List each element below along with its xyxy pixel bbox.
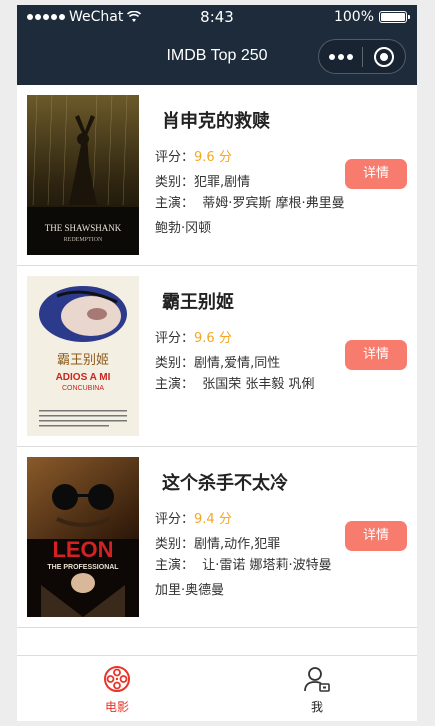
movie-card[interactable]: 霸王别姬 ADIOS A MI CONCUBINA 霸王别姬 评分：9.6 分 … [17,266,417,447]
mini-program-capsule [318,39,406,74]
tab-me-label: 我 [310,700,323,714]
tab-bar: 电影 我 [17,655,417,721]
movie-genre: 剧情,爱情,同性 [194,356,281,371]
movie-score: 9.6 分 [194,331,232,346]
movie-genre: 犯罪,剧情 [194,175,251,190]
movie-card[interactable]: LEON THE PROFESSIONAL 这个杀手不太冷 评分：9.4 分 类… [17,447,417,628]
movie-cast-row: 主演： 张国荣 张丰毅 巩俐 [155,372,345,397]
genre-label: 类别： [155,537,195,552]
tab-movies-label: 电影 [104,700,129,714]
movie-title: 这个杀手不太冷 [162,473,288,494]
detail-button[interactable]: 详情 [345,159,407,189]
target-circle-icon [373,46,394,67]
movie-genre-row: 类别：剧情,动作,犯罪 [155,533,280,552]
dot-icon [328,53,335,60]
film-reel-icon [104,666,130,692]
movie-list[interactable]: THE SHAWSHANK REDEMPTION 肖申克的救赎 评分：9.6 分… [17,85,417,655]
movie-score-row: 评分：9.6 分 [155,327,232,346]
status-bar: WeChat 8:43 100% [17,5,417,31]
leon-poster-image: LEON THE PROFESSIONAL [27,457,139,617]
more-options-button[interactable] [319,40,362,73]
movie-cast-row: 主演： 让·雷诺 娜塔莉·波特曼 加里·奥德曼 [155,553,345,603]
movie-score: 9.6 分 [194,150,232,165]
score-label: 评分： [155,331,195,346]
poster-en-subtitle: CONCUBINA [62,385,104,392]
top-bar: WeChat 8:43 100% IMDB Top 250 [17,5,417,85]
poster-leon-title: LEON [52,537,113,562]
dot-icon [337,53,344,60]
poster-leon-subtitle: THE PROFESSIONAL [47,564,119,571]
score-label: 评分： [155,512,195,527]
farewell-my-concubine-poster[interactable]: 霸王别姬 ADIOS A MI CONCUBINA [27,276,139,436]
dot-icon [346,53,353,60]
movie-title: 肖申克的救赎 [162,111,270,132]
genre-label: 类别： [155,356,195,371]
status-right: 100% [333,9,410,25]
genre-label: 类别： [155,175,195,190]
tab-me[interactable]: 我 [217,656,417,721]
detail-button[interactable]: 详情 [345,340,407,370]
movie-cast-row: 主演： 蒂姆·罗宾斯 摩根·弗里曼 鲍勃·冈顿 [155,191,345,241]
movie-score-row: 评分：9.6 分 [155,146,232,165]
poster-title-text: THE SHAWSHANK [45,223,122,233]
shawshank-poster-image: THE SHAWSHANK REDEMPTION [27,95,139,255]
cast-label: 主演： [155,196,195,211]
battery-percent: 100% [333,9,374,25]
leon-poster[interactable]: LEON THE PROFESSIONAL [27,457,139,617]
score-label: 评分： [155,150,195,165]
close-mini-program-button[interactable] [363,40,405,73]
phone-screen: WeChat 8:43 100% IMDB Top 250 THE SHAWSH… [17,5,417,721]
movie-genre-row: 类别：剧情,爱情,同性 [155,352,280,371]
poster-en-title: ADIOS A MI [56,372,111,383]
movie-genre-row: 类别：犯罪,剧情 [155,171,250,190]
movie-title: 霸王别姬 [162,292,234,313]
shawshank-poster[interactable]: THE SHAWSHANK REDEMPTION [27,95,139,255]
movie-score-row: 评分：9.4 分 [155,508,232,527]
movie-card[interactable]: THE SHAWSHANK REDEMPTION 肖申克的救赎 评分：9.6 分… [17,85,417,266]
movie-cast: 张国荣 张丰毅 巩俐 [202,377,315,392]
battery-icon [379,11,410,23]
tab-movies[interactable]: 电影 [17,656,217,721]
cast-label: 主演： [155,558,195,573]
movie-genre: 剧情,动作,犯罪 [194,537,281,552]
movie-score: 9.4 分 [194,512,232,527]
detail-button[interactable]: 详情 [345,521,407,551]
concubine-poster-image: 霸王别姬 ADIOS A MI CONCUBINA [27,276,139,436]
poster-subtitle-text: REDEMPTION [64,237,103,243]
user-profile-icon [304,667,330,692]
poster-cn-title: 霸王别姬 [57,353,109,368]
cast-label: 主演： [155,377,195,392]
